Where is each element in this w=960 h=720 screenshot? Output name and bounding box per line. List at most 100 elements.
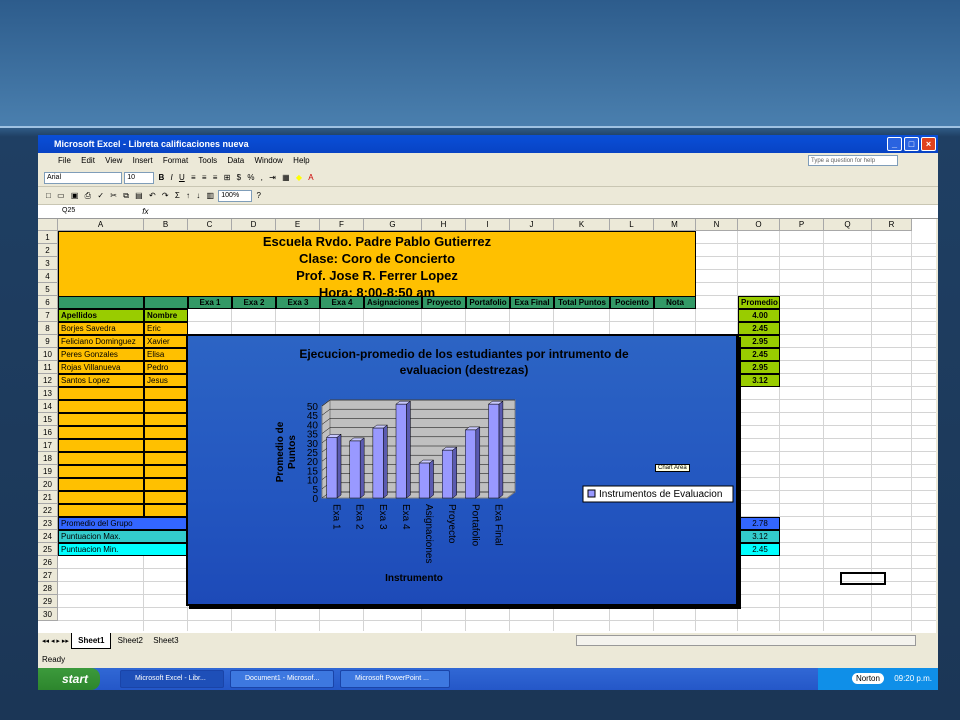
row-header-28[interactable]: 28 — [38, 582, 58, 595]
column-header-p[interactable]: P — [780, 219, 824, 231]
column-header-b[interactable]: B — [144, 219, 188, 231]
tab-sheet3[interactable]: Sheet3 — [149, 633, 182, 648]
student-apellido[interactable]: Santos Lopez — [58, 374, 144, 387]
open-icon[interactable]: ▭ — [57, 188, 65, 204]
row-header-16[interactable]: 16 — [38, 426, 58, 439]
empty-cell[interactable] — [144, 413, 188, 426]
row-header-10[interactable]: 10 — [38, 348, 58, 361]
redo-icon[interactable]: ↷ — [162, 188, 169, 204]
row-header-17[interactable]: 17 — [38, 439, 58, 452]
student-promedio[interactable]: 2.45 — [738, 322, 780, 335]
empty-cell[interactable] — [58, 400, 144, 413]
empty-cell[interactable] — [144, 387, 188, 400]
autosum-icon[interactable]: Σ — [175, 188, 180, 204]
norton-icon[interactable]: Norton — [851, 673, 884, 684]
student-promedio[interactable]: 2.95 — [738, 335, 780, 348]
column-header-r[interactable]: R — [872, 219, 912, 231]
summary-value[interactable]: 3.12 — [738, 530, 780, 543]
help-search-input[interactable]: Type a question for help — [808, 155, 898, 166]
menu-file[interactable]: File — [58, 154, 71, 168]
student-promedio[interactable]: 2.95 — [738, 361, 780, 374]
row-header-22[interactable]: 22 — [38, 504, 58, 517]
student-apellido[interactable]: Peres Gonzales — [58, 348, 144, 361]
student-apellido[interactable]: Rojas Villanueva — [58, 361, 144, 374]
cell-b6[interactable] — [144, 296, 188, 309]
borders-icon[interactable]: ▦ — [282, 170, 290, 186]
column-header-o[interactable]: O — [738, 219, 780, 231]
cell-a6[interactable] — [58, 296, 144, 309]
column-header-g[interactable]: G — [364, 219, 422, 231]
row-header-29[interactable]: 29 — [38, 595, 58, 608]
close-button[interactable]: × — [921, 137, 936, 151]
menu-help[interactable]: Help — [293, 154, 309, 168]
row-header-4[interactable]: 4 — [38, 270, 58, 283]
summary-label[interactable]: Promedio del Grupo — [58, 517, 188, 530]
header-11[interactable]: Nota — [654, 296, 696, 309]
column-header-d[interactable]: D — [232, 219, 276, 231]
row-header-13[interactable]: 13 — [38, 387, 58, 400]
row-header-26[interactable]: 26 — [38, 556, 58, 569]
menu-window[interactable]: Window — [254, 154, 282, 168]
zoom-select[interactable]: 100% — [218, 190, 253, 202]
new-icon[interactable]: □ — [46, 188, 51, 204]
student-apellido[interactable]: Borjes Savedra — [58, 322, 144, 335]
task-word[interactable]: Document1 - Microsof... — [230, 670, 334, 688]
row-header-14[interactable]: 14 — [38, 400, 58, 413]
empty-cell[interactable] — [58, 439, 144, 452]
select-all-corner[interactable] — [38, 219, 58, 231]
font-name-select[interactable]: Arial — [44, 172, 122, 184]
header-3[interactable]: Exa 3 — [276, 296, 320, 309]
empty-cell[interactable] — [144, 400, 188, 413]
cell-o7[interactable]: 4.00 — [738, 309, 780, 322]
header-nombre[interactable]: Nombre — [144, 309, 188, 322]
header-4[interactable]: Exa 4 — [320, 296, 364, 309]
student-apellido[interactable]: Feliciano Dominguez — [58, 335, 144, 348]
student-nombre[interactable]: Elisa — [144, 348, 188, 361]
comma-icon[interactable]: , — [261, 170, 263, 186]
tab-sheet1[interactable]: Sheet1 — [71, 633, 112, 649]
row-header-24[interactable]: 24 — [38, 530, 58, 543]
row-header-3[interactable]: 3 — [38, 257, 58, 270]
empty-cell[interactable] — [58, 478, 144, 491]
help-icon[interactable]: ? — [257, 188, 261, 204]
row-header-12[interactable]: 12 — [38, 374, 58, 387]
header-8[interactable]: Exa Final — [510, 296, 554, 309]
row-header-19[interactable]: 19 — [38, 465, 58, 478]
menu-format[interactable]: Format — [163, 154, 188, 168]
paste-icon[interactable]: ▤ — [135, 188, 143, 204]
sort-descending-icon[interactable]: ↓ — [196, 188, 200, 204]
summary-label[interactable]: Puntuacion Min. — [58, 543, 188, 556]
minimize-button[interactable]: _ — [887, 137, 902, 151]
name-box[interactable]: Q25 — [60, 206, 120, 218]
header-7[interactable]: Portafolio — [466, 296, 510, 309]
copy-icon[interactable]: ⧉ — [123, 188, 129, 204]
header-10[interactable]: Pociento — [610, 296, 654, 309]
row-header-11[interactable]: 11 — [38, 361, 58, 374]
merge-cells-icon[interactable]: ⊞ — [224, 170, 231, 186]
row-header-15[interactable]: 15 — [38, 413, 58, 426]
undo-icon[interactable]: ↶ — [149, 188, 156, 204]
currency-icon[interactable]: $ — [237, 170, 241, 186]
column-header-f[interactable]: F — [320, 219, 364, 231]
row-header-7[interactable]: 7 — [38, 309, 58, 322]
row-header-25[interactable]: 25 — [38, 543, 58, 556]
font-size-select[interactable]: 10 — [124, 172, 155, 184]
menu-tools[interactable]: Tools — [198, 154, 217, 168]
student-nombre[interactable]: Jesus — [144, 374, 188, 387]
student-nombre[interactable]: Xavier — [144, 335, 188, 348]
empty-cell[interactable] — [58, 465, 144, 478]
row-header-9[interactable]: 9 — [38, 335, 58, 348]
tab-sheet2[interactable]: Sheet2 — [114, 633, 147, 648]
spelling-icon[interactable]: ✓ — [97, 188, 104, 204]
align-right-icon[interactable]: ≡ — [213, 170, 218, 186]
empty-cell[interactable] — [144, 452, 188, 465]
font-color-icon[interactable]: A — [308, 170, 313, 186]
column-header-m[interactable]: M — [654, 219, 696, 231]
header-promedio[interactable]: Promedio — [738, 296, 780, 309]
save-icon[interactable]: ▣ — [71, 188, 79, 204]
row-header-5[interactable]: 5 — [38, 283, 58, 296]
empty-cell[interactable] — [58, 413, 144, 426]
column-header-k[interactable]: K — [554, 219, 610, 231]
function-icon[interactable]: fx — [142, 207, 148, 216]
row-header-27[interactable]: 27 — [38, 569, 58, 582]
